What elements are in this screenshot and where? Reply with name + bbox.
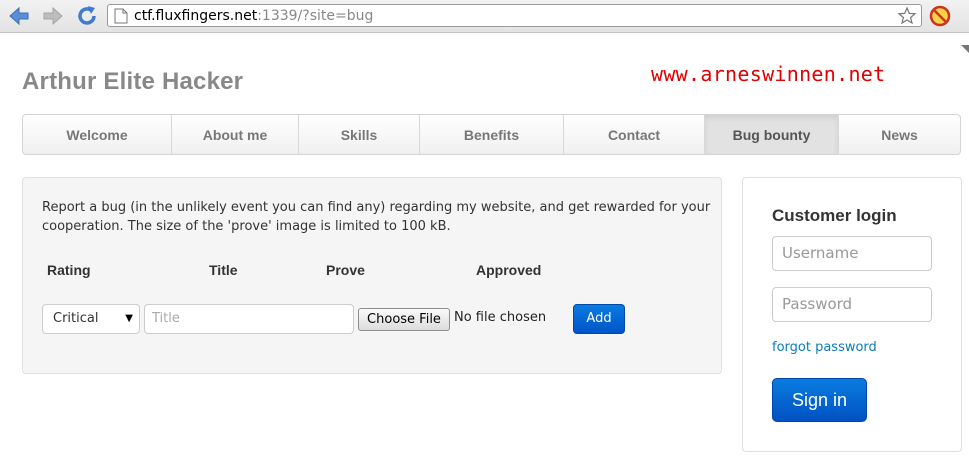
- nav-benefits[interactable]: Benefits: [419, 115, 563, 154]
- select-caret-icon: ▼: [125, 313, 133, 324]
- site-title: Arthur Elite Hacker: [22, 68, 244, 95]
- title-input[interactable]: Title: [144, 304, 354, 334]
- main-navbar: Welcome About me Skills Benefits Contact…: [22, 114, 961, 155]
- address-bar[interactable]: ctf.fluxfingers.net:1339/?site=bug: [107, 4, 922, 27]
- forgot-password-link[interactable]: forgot password: [772, 340, 877, 355]
- forward-arrow-icon[interactable]: [41, 4, 65, 28]
- sign-in-button[interactable]: Sign in: [772, 378, 867, 422]
- file-status-text: No file chosen: [454, 310, 547, 325]
- rating-select[interactable]: Critical ▼: [42, 304, 140, 334]
- username-input[interactable]: Username: [772, 236, 932, 271]
- nav-contact[interactable]: Contact: [563, 115, 704, 154]
- resize-corner-icon: [961, 38, 969, 53]
- bug-report-intro: Report a bug (in the unlikely event you …: [42, 200, 711, 234]
- page-icon: [114, 8, 128, 24]
- choose-file-button[interactable]: Choose File: [358, 308, 450, 331]
- bug-report-panel: Report a bug (in the unlikely event you …: [22, 177, 722, 374]
- star-icon[interactable]: [897, 6, 917, 26]
- rating-select-value: Critical: [53, 311, 99, 326]
- url-path: :1339/?site=bug: [257, 8, 374, 24]
- customer-login-panel: Customer login Username Password forgot …: [742, 177, 962, 452]
- browser-toolbar: ctf.fluxfingers.net:1339/?site=bug: [0, 0, 969, 33]
- nav-about-me[interactable]: About me: [171, 115, 298, 154]
- url-host: ctf.fluxfingers.net: [134, 8, 258, 24]
- nav-skills[interactable]: Skills: [298, 115, 419, 154]
- column-header-rating: Rating: [47, 262, 91, 278]
- reload-icon[interactable]: [75, 4, 99, 28]
- url-text: ctf.fluxfingers.net:1339/?site=bug: [134, 8, 373, 24]
- nav-bug-bounty[interactable]: Bug bounty: [704, 115, 838, 154]
- nav-news[interactable]: News: [838, 115, 960, 154]
- column-header-title: Title: [209, 262, 238, 278]
- password-input[interactable]: Password: [772, 287, 932, 322]
- watermark-text: www.arneswinnen.net: [651, 62, 886, 86]
- add-button[interactable]: Add: [573, 304, 625, 334]
- nav-welcome[interactable]: Welcome: [23, 115, 171, 154]
- column-header-prove: Prove: [326, 262, 365, 278]
- column-header-approved: Approved: [476, 262, 542, 278]
- back-arrow-icon[interactable]: [7, 4, 31, 28]
- no-script-icon[interactable]: [929, 5, 951, 27]
- login-title: Customer login: [772, 206, 897, 225]
